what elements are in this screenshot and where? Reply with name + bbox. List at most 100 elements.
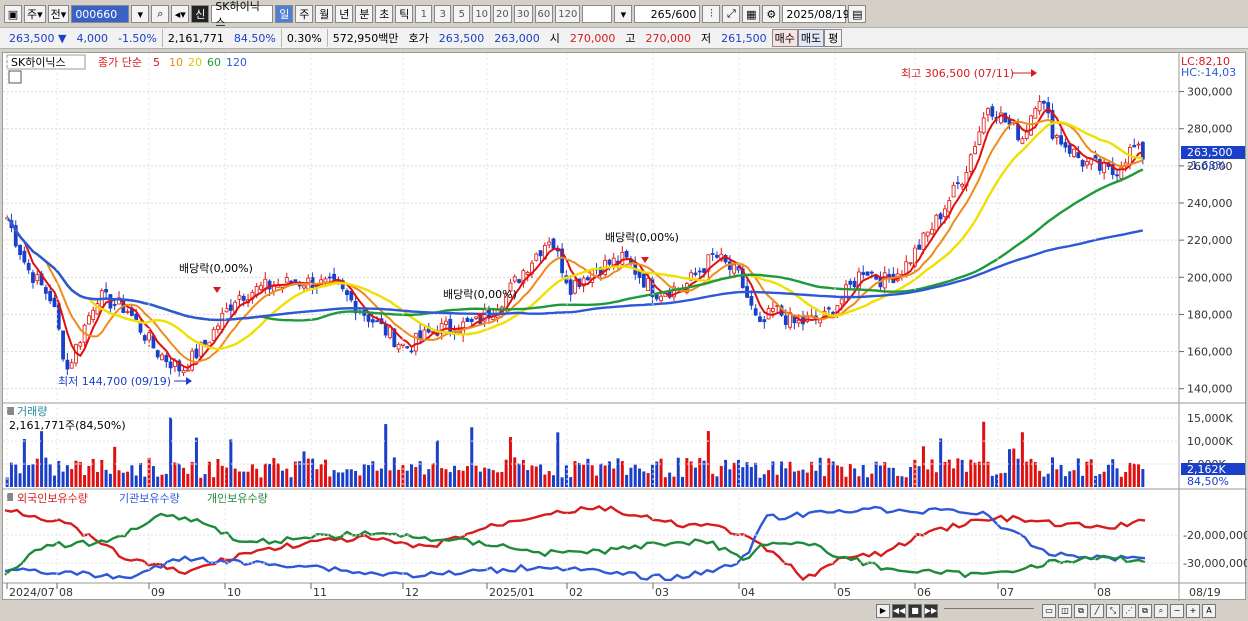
candle — [758, 316, 762, 322]
price-y-tick: 220,000 — [1187, 234, 1233, 247]
interval-60[interactable]: 60 — [534, 5, 554, 23]
candle — [86, 315, 91, 325]
volume-bar — [779, 461, 783, 487]
interval-30[interactable]: 30 — [513, 5, 533, 23]
trend-tool-icon[interactable]: ⤡ — [1106, 603, 1120, 618]
text-tool-icon[interactable]: A — [1202, 603, 1216, 618]
clone-icon[interactable]: ⧉ — [1138, 603, 1152, 618]
price-pane[interactable] — [3, 53, 1179, 403]
candle — [271, 285, 276, 292]
candle — [986, 108, 990, 116]
volume-bar — [530, 465, 534, 487]
zoom-slider[interactable] — [944, 607, 1034, 614]
volume-bar — [268, 463, 272, 487]
candle — [586, 277, 590, 281]
volume-bar — [909, 466, 913, 487]
interval-10[interactable]: 10 — [472, 5, 492, 23]
split-icon[interactable]: ◫ — [1058, 603, 1072, 618]
mode-select[interactable]: 전 ▾ — [47, 5, 70, 23]
bar-count-field[interactable]: 265/600 — [634, 5, 701, 23]
chart-canvas[interactable]: SK하이닉스 종가 단순 5 10 20 60 120 LC:82,10 HC:… — [3, 53, 1248, 601]
candle — [938, 213, 943, 220]
candle — [844, 284, 848, 303]
interval-custom-input[interactable] — [582, 5, 613, 23]
volume-bar — [732, 462, 736, 487]
sell-button[interactable]: 매도 — [797, 29, 825, 47]
stock-name-field[interactable]: SK하이닉스 — [211, 0, 274, 29]
volume-bar — [934, 472, 938, 487]
candle — [865, 271, 870, 276]
tab-week[interactable]: 주 — [295, 5, 314, 23]
candle — [753, 308, 758, 316]
tab-year[interactable]: 년 — [335, 5, 354, 23]
stock-code-input[interactable]: 000660 — [71, 5, 130, 23]
volume-bar — [749, 466, 753, 487]
volume-bar — [784, 468, 788, 487]
candle — [654, 294, 659, 300]
line-tool-icon[interactable]: ╱ — [1090, 603, 1104, 618]
window-icon[interactable]: ▣ — [4, 5, 22, 23]
candle — [1080, 160, 1085, 167]
indicator-icon[interactable]: ▦ — [742, 5, 761, 23]
tab-minute[interactable]: 분 — [355, 5, 374, 23]
volume-bar — [573, 461, 577, 487]
volume-bar — [603, 465, 607, 487]
interval-20[interactable]: 20 — [493, 5, 512, 23]
volume-bar — [728, 469, 732, 487]
dividend-marker-1 — [213, 287, 221, 293]
volume-bar — [689, 461, 693, 487]
interval-1[interactable]: 1 — [415, 5, 433, 23]
candle — [715, 254, 719, 258]
candle — [538, 250, 543, 257]
chart-panel[interactable]: SK하이닉스 종가 단순 5 10 20 60 120 LC:82,10 HC:… — [2, 52, 1248, 601]
eval-button[interactable]: 평 — [824, 29, 843, 47]
scroll-start-icon[interactable]: ◀◀ — [892, 603, 906, 618]
interval-3[interactable]: 3 — [434, 5, 452, 23]
search-icon[interactable]: ⌕ — [151, 5, 170, 23]
ma-period-120[interactable]: 120 — [226, 56, 247, 69]
current-price-tag-text: 263,500 — [1187, 146, 1233, 159]
volume-bar — [500, 471, 504, 487]
sound-icon[interactable]: ◂▾ — [171, 5, 190, 23]
grid-toggle-icon[interactable] — [8, 70, 22, 84]
zoom-out-icon[interactable]: − — [1170, 603, 1184, 618]
volume-bar — [311, 458, 315, 487]
volume-bar — [896, 475, 900, 487]
dropdown-chevron-icon[interactable]: ▾ — [131, 5, 150, 23]
compare-icon[interactable]: ⧉ — [1074, 603, 1088, 618]
current-price: 263,500 ▼ — [9, 31, 67, 45]
tab-tick[interactable]: 틱 — [395, 5, 414, 23]
search-zoom-icon[interactable]: ⌕ — [1154, 603, 1168, 618]
candle-type-icon[interactable]: ⫶ — [702, 5, 721, 23]
stop-icon[interactable]: ■ — [908, 603, 922, 618]
zoom-in-icon[interactable]: + — [1186, 603, 1200, 618]
interval-120[interactable]: 120 — [555, 5, 581, 23]
volume-bar — [44, 457, 48, 487]
x-axis-label: 06 — [917, 586, 931, 599]
layout-icon[interactable]: ▭ — [1042, 603, 1056, 618]
period-select[interactable]: 주 ▾ — [24, 5, 46, 23]
volume-bar — [1003, 472, 1007, 487]
volume-bar — [147, 457, 151, 487]
draw-tool-icon[interactable]: ⤢ — [722, 5, 741, 23]
candle — [1140, 141, 1145, 160]
date-field[interactable]: 2025/08/19 — [782, 5, 850, 23]
ma-period-5[interactable]: 5 — [153, 56, 160, 69]
settings-icon[interactable]: ⚙ — [762, 5, 781, 23]
ma-period-60[interactable]: 60 — [207, 56, 221, 69]
scroll-end-icon[interactable]: ▶▶ — [924, 603, 938, 618]
tab-day[interactable]: 일 — [275, 5, 294, 23]
fibo-tool-icon[interactable]: ⋰ — [1122, 603, 1136, 618]
calendar-icon[interactable]: ▤ — [848, 5, 867, 23]
tab-second[interactable]: 초 — [375, 5, 394, 23]
buy-button[interactable]: 매수 — [771, 29, 798, 47]
ma-period-20[interactable]: 20 — [188, 56, 202, 69]
candle — [710, 253, 715, 255]
interval-dropdown-icon[interactable]: ▾ — [614, 5, 633, 23]
volume-bar — [646, 473, 650, 487]
interval-5[interactable]: 5 — [453, 5, 471, 23]
ma-period-10[interactable]: 10 — [169, 56, 183, 69]
scroll-right-icon[interactable]: ▶ — [876, 603, 890, 618]
tab-month[interactable]: 월 — [315, 5, 334, 23]
credit-badge[interactable]: 신 — [191, 5, 210, 23]
